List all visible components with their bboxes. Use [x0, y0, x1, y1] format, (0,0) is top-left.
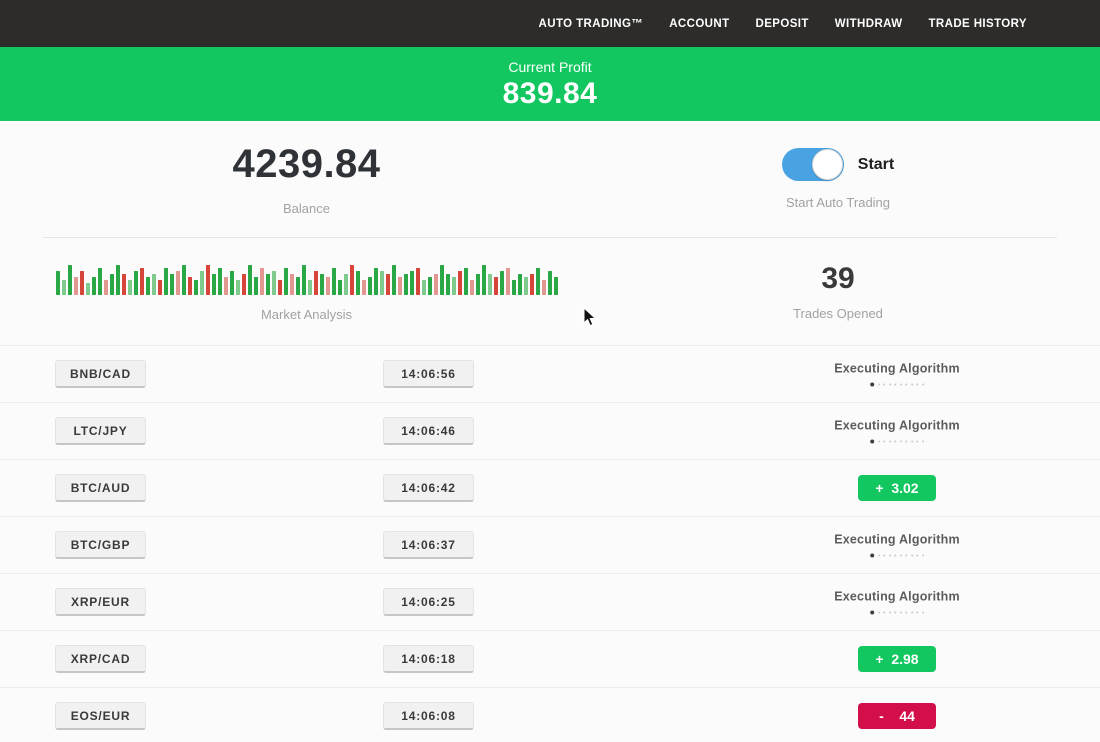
- profit-badge: + 2.98: [858, 646, 936, 672]
- current-profit-banner: Current Profit 839.84: [0, 47, 1100, 121]
- auto-trading-block: Start Start Auto Trading: [613, 121, 1063, 237]
- balance-value: 4239.84: [232, 142, 380, 187]
- trade-status: Executing Algorithm: [834, 419, 960, 444]
- pair-badge[interactable]: BTC/GBP: [55, 531, 146, 559]
- trade-status: + 3.02: [858, 475, 936, 501]
- pair-badge[interactable]: BNB/CAD: [55, 360, 146, 388]
- table-row: XRP/EUR 14:06:25 Executing Algorithm: [0, 573, 1100, 630]
- top-navbar: AUTO TRADING™ ACCOUNT DEPOSIT WITHDRAW TRADE…: [0, 0, 1100, 47]
- progress-dots: [870, 440, 924, 444]
- nav-item-auto-trading[interactable]: AUTO TRADING™: [539, 18, 644, 30]
- table-row: BNB/CAD 14:06:56 Executing Algorithm: [0, 345, 1100, 402]
- nav-item-deposit[interactable]: DEPOSIT: [756, 18, 809, 30]
- time-badge: 14:06:08: [383, 702, 474, 730]
- nav-item-trade-history[interactable]: TRADE HISTORY: [929, 18, 1028, 30]
- current-profit-label: Current Profit: [508, 59, 591, 75]
- trade-status: + 2.98: [858, 646, 936, 672]
- trades-opened-block: 39 Trades Opened: [613, 238, 1063, 345]
- main-content: 4239.84 Balance Start Start Auto Trading…: [0, 121, 1100, 742]
- trades-table: BNB/CAD 14:06:56 Executing Algorithm LTC…: [0, 345, 1100, 742]
- time-badge: 14:06:25: [383, 588, 474, 616]
- trade-status: - 44: [858, 703, 936, 729]
- time-badge: 14:06:37: [383, 531, 474, 559]
- trade-status: Executing Algorithm: [834, 362, 960, 387]
- trade-status: Executing Algorithm: [834, 590, 960, 615]
- toggle-knob-icon: [812, 149, 843, 180]
- start-toggle-label: Start: [858, 156, 894, 174]
- table-row: LTC/JPY 14:06:46 Executing Algorithm: [0, 402, 1100, 459]
- market-analysis-chart: [56, 262, 558, 295]
- table-row: XRP/CAD 14:06:18 + 2.98: [0, 630, 1100, 687]
- nav-item-account[interactable]: ACCOUNT: [669, 18, 729, 30]
- table-row: EOS/EUR 14:06:08 - 44: [0, 687, 1100, 742]
- trade-status: Executing Algorithm: [834, 533, 960, 558]
- time-badge: 14:06:56: [383, 360, 474, 388]
- pair-badge[interactable]: EOS/EUR: [55, 702, 146, 730]
- executing-algorithm-label: Executing Algorithm: [834, 590, 960, 604]
- pair-badge[interactable]: BTC/AUD: [55, 474, 146, 502]
- time-badge: 14:06:42: [383, 474, 474, 502]
- time-badge: 14:06:18: [383, 645, 474, 673]
- pair-badge[interactable]: XRP/CAD: [55, 645, 146, 673]
- loss-badge: - 44: [858, 703, 936, 729]
- balance-block: 4239.84 Balance: [0, 121, 613, 237]
- trades-opened-value: 39: [821, 262, 854, 296]
- pair-badge[interactable]: XRP/EUR: [55, 588, 146, 616]
- executing-algorithm-label: Executing Algorithm: [834, 362, 960, 376]
- current-profit-value: 839.84: [503, 77, 598, 111]
- start-auto-trading-label: Start Auto Trading: [786, 195, 890, 210]
- progress-dots: [870, 383, 924, 387]
- nav-item-withdraw[interactable]: WITHDRAW: [835, 18, 903, 30]
- trades-opened-label: Trades Opened: [793, 306, 883, 321]
- profit-badge: + 3.02: [858, 475, 936, 501]
- executing-algorithm-label: Executing Algorithm: [834, 533, 960, 547]
- table-row: BTC/AUD 14:06:42 + 3.02: [0, 459, 1100, 516]
- auto-trading-toggle[interactable]: [782, 148, 844, 181]
- pair-badge[interactable]: LTC/JPY: [55, 417, 146, 445]
- balance-label: Balance: [283, 201, 330, 216]
- table-row: BTC/GBP 14:06:37 Executing Algorithm: [0, 516, 1100, 573]
- progress-dots: [870, 611, 924, 615]
- market-analysis-block: Market Analysis: [0, 238, 613, 345]
- progress-dots: [870, 554, 924, 558]
- market-analysis-label: Market Analysis: [261, 307, 352, 322]
- executing-algorithm-label: Executing Algorithm: [834, 419, 960, 433]
- time-badge: 14:06:46: [383, 417, 474, 445]
